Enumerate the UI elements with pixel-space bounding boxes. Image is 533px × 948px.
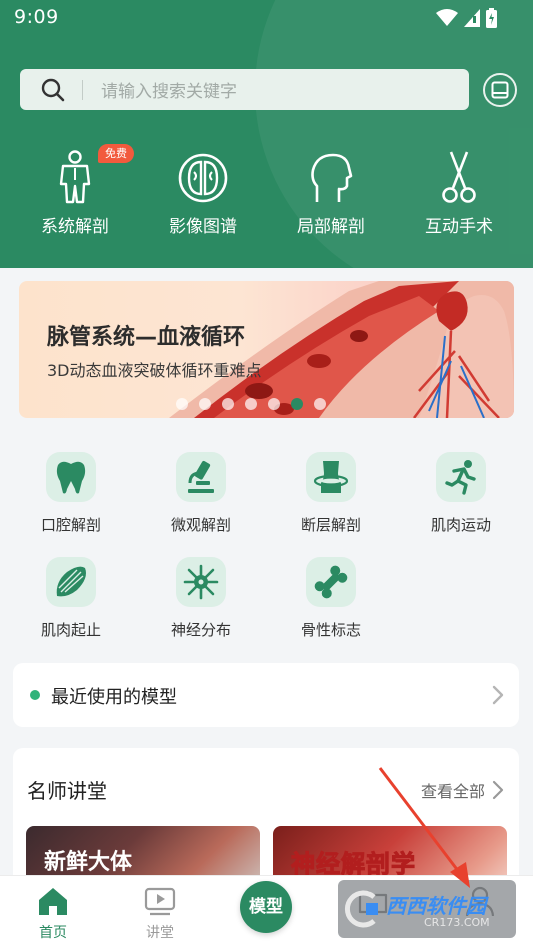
search-placeholder: 请输入搜索关键字	[101, 82, 237, 102]
nav-home[interactable]: 首页	[18, 884, 88, 942]
feature-label: 断层解剖	[300, 516, 361, 534]
tooth-icon	[56, 461, 86, 494]
body-section-icon	[313, 461, 349, 493]
feature-bony-landmarks[interactable]: 骨性标志	[276, 557, 386, 640]
watermark-text: 西西软件园	[386, 894, 486, 918]
banner-title: 脉管系统—血液循环	[47, 325, 246, 350]
chevron-right-icon[interactable]	[491, 779, 505, 801]
signal-icon	[464, 9, 480, 27]
bone-icon	[314, 565, 348, 599]
surgical-scissors-icon	[442, 151, 476, 203]
watermark-emblem-icon	[344, 890, 378, 928]
feature-label: 骨性标志	[300, 621, 361, 639]
status-icons	[436, 7, 497, 29]
pagination-dot[interactable]	[314, 398, 326, 410]
quick-action-regional-anatomy[interactable]: 局部解剖	[267, 148, 395, 237]
feature-label: 口腔解剖	[40, 516, 101, 534]
quick-action-label: 系统解剖	[41, 217, 109, 237]
search-icon	[41, 78, 65, 101]
video-play-icon	[144, 887, 176, 916]
search-bar[interactable]: 请输入搜索关键字	[20, 69, 469, 110]
scan-icon	[491, 81, 509, 99]
home-icon	[39, 888, 67, 915]
feature-oral-anatomy[interactable]: 口腔解剖	[16, 452, 126, 535]
view-all-link[interactable]: 查看全部	[421, 778, 485, 802]
head-profile-icon	[311, 153, 353, 202]
pagination-dot[interactable]	[176, 398, 188, 410]
feature-micro-anatomy[interactable]: 微观解剖	[146, 452, 256, 535]
feature-muscle-movement[interactable]: 肌肉运动	[406, 452, 516, 535]
free-badge: 免费	[98, 144, 134, 163]
running-figure-icon	[445, 460, 476, 495]
pagination-dot-active[interactable]	[291, 398, 303, 410]
recent-models-label: 最近使用的模型	[51, 687, 177, 708]
header: 9:09 请输入搜索关键字 系统解剖 免费 影像图谱 局部解剖 互动手术	[0, 0, 533, 268]
recent-indicator-dot	[30, 690, 40, 700]
status-time: 9:09	[14, 6, 59, 28]
feature-label: 微观解剖	[170, 516, 231, 534]
lecture-hall-title: 名师讲堂	[27, 779, 107, 803]
nav-label: 首页	[39, 925, 67, 941]
quick-action-interactive-surgery[interactable]: 互动手术	[395, 148, 523, 237]
quick-action-label: 局部解剖	[297, 217, 365, 237]
search-divider	[82, 79, 83, 100]
feature-nerve-distribution[interactable]: 神经分布	[146, 557, 256, 640]
brain-scan-icon	[178, 153, 228, 203]
banner-subtitle: 3D动态血液突破体循环重难点	[47, 361, 262, 380]
quick-action-imaging-atlas[interactable]: 影像图谱	[139, 148, 267, 237]
nav-label: 讲堂	[146, 925, 174, 941]
feature-muscle-origin-insertion[interactable]: 肌肉起止	[16, 557, 126, 640]
pagination-dot[interactable]	[199, 398, 211, 410]
quick-action-label: 互动手术	[425, 217, 493, 237]
feature-label: 肌肉运动	[430, 516, 491, 534]
feature-sectional-anatomy[interactable]: 断层解剖	[276, 452, 386, 535]
pagination-dot[interactable]	[268, 398, 280, 410]
muscle-icon	[56, 566, 86, 597]
feature-label: 神经分布	[170, 621, 231, 639]
pagination-dot[interactable]	[245, 398, 257, 410]
lecture-thumbnail-title: 新鲜大体	[44, 850, 133, 875]
pagination-dot[interactable]	[222, 398, 234, 410]
status-bar: 9:09	[0, 0, 533, 36]
scan-button[interactable]	[483, 73, 517, 107]
model-button[interactable]: 模型	[240, 881, 292, 933]
recent-models-card[interactable]: 最近使用的模型	[13, 663, 519, 727]
neuron-icon	[183, 564, 219, 600]
feature-label: 肌肉起止	[40, 621, 101, 639]
banner-pagination	[176, 398, 326, 410]
lecture-thumbnail-title: 神经解剖学	[291, 850, 416, 879]
wifi-icon	[436, 9, 458, 26]
chevron-right-icon	[492, 685, 504, 705]
battery-icon	[486, 8, 497, 28]
microscope-icon	[188, 460, 214, 493]
watermark-subtext: CR173.COM	[424, 916, 490, 929]
watermark-logo: 西西软件园 CR173.COM	[338, 880, 516, 938]
human-body-icon	[59, 150, 91, 204]
quick-action-label: 影像图谱	[169, 217, 237, 237]
nav-lecture[interactable]: 讲堂	[125, 884, 195, 942]
